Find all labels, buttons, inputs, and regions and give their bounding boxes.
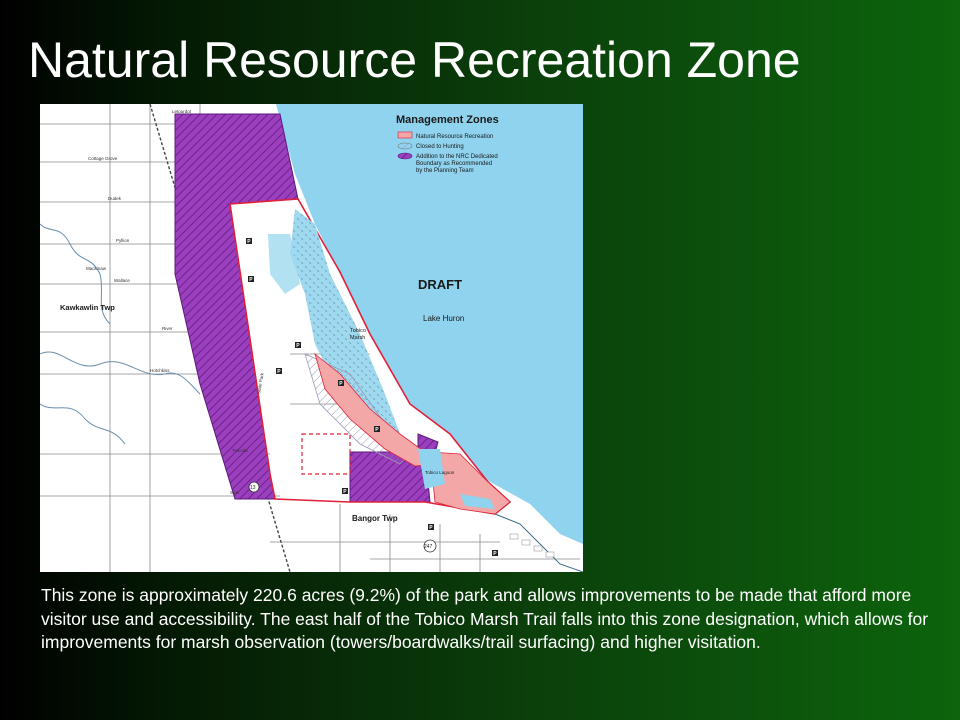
bangor-twp-label: Bangor Twp xyxy=(352,514,398,523)
lagoon-label: Tobico Lagoon xyxy=(425,470,455,475)
tobico-label: Tobico xyxy=(350,328,366,334)
svg-text:Tuscola: Tuscola xyxy=(232,448,248,453)
svg-text:Side: Side xyxy=(230,490,240,495)
management-zones-map: Management Zones Natural Resource Recrea… xyxy=(40,104,583,572)
legend-swatch-nrr xyxy=(397,131,413,139)
legend-title: Management Zones xyxy=(396,114,499,126)
legend-item-closed-hunting: Closed to Hunting xyxy=(416,144,464,150)
marsh-label: Marsh xyxy=(350,335,365,341)
slide-title: Natural Resource Recreation Zone xyxy=(28,32,801,88)
route-shield-13: 13 xyxy=(248,481,260,493)
svg-text:Cottage Grove: Cottage Grove xyxy=(88,156,118,161)
svg-text:River: River xyxy=(162,326,173,331)
draft-label: DRAFT xyxy=(418,277,462,292)
svg-text:Mackinaw: Mackinaw xyxy=(86,266,107,271)
svg-text:13: 13 xyxy=(250,485,256,491)
lake-huron-label: Lake Huron xyxy=(423,314,464,323)
svg-text:Pyllion: Pyllion xyxy=(116,238,130,243)
svg-text:Wallace: Wallace xyxy=(114,278,130,283)
svg-text:Hotchkiss: Hotchkiss xyxy=(150,368,170,373)
svg-text:Letourdot: Letourdot xyxy=(172,109,192,114)
legend-item-addition-line2: Boundary as Recommended xyxy=(416,161,492,167)
svg-text:Dudek: Dudek xyxy=(108,196,122,201)
svg-text:247: 247 xyxy=(424,544,433,550)
legend-swatch-addition xyxy=(397,152,413,160)
route-shield-247: 247 xyxy=(423,539,437,553)
legend-swatch-closed-hunting xyxy=(397,142,413,150)
legend-item-addition-line3: by the Planning Team xyxy=(416,168,474,174)
legend-item-nrr: Natural Resource Recreation xyxy=(416,134,493,140)
legend-item-addition: Addition to the NRC Dedicated xyxy=(416,154,498,160)
map-graphic: Management Zones Natural Resource Recrea… xyxy=(40,104,583,572)
zone-description: This zone is approximately 220.6 acres (… xyxy=(41,585,929,652)
kawkawlin-twp-label: Kawkawlin Twp xyxy=(60,303,115,312)
